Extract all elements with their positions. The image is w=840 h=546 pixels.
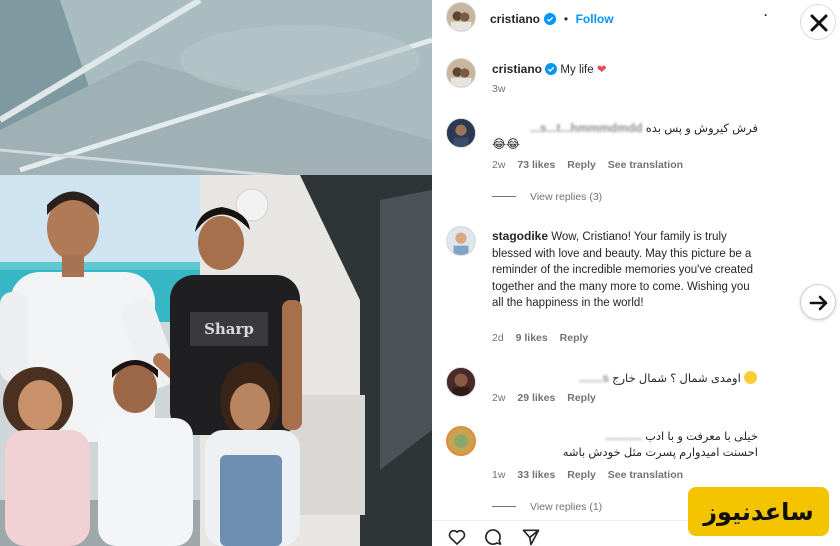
comment-2: stagodike Wow, Cristiano! Your family is… bbox=[432, 226, 768, 356]
comment-username-obscured[interactable]: s....... bbox=[579, 370, 609, 387]
header-line: cristiano • Follow bbox=[490, 10, 614, 28]
comment-meta: 2d 9 likes Reply bbox=[492, 332, 597, 344]
reply-button[interactable]: Reply bbox=[567, 159, 596, 171]
reply-button[interactable]: Reply bbox=[560, 332, 589, 344]
comment-likes[interactable]: 33 likes bbox=[517, 469, 555, 481]
author-username[interactable]: cristiano bbox=[490, 12, 540, 26]
comment-1: فرش کیروش و پس بده s...t...hmmmdmdd... 😂… bbox=[432, 118, 768, 208]
heart-icon[interactable] bbox=[446, 527, 468, 546]
caption-text: cristiano My life ❤ bbox=[492, 61, 758, 79]
comment-reactions: 😂😂 bbox=[492, 136, 758, 153]
replies-divider bbox=[492, 506, 516, 507]
photo-illustration: Sharp bbox=[0, 0, 432, 546]
comment-text: فرش کیروش و پس بده s...t...hmmmdmdd... bbox=[492, 120, 758, 138]
watermark-text: ساعدنیوز bbox=[703, 497, 814, 526]
see-translation-button[interactable]: See translation bbox=[608, 469, 683, 481]
comment-text: اومدی شمال ؟ شمال خارج s....... bbox=[492, 370, 758, 388]
view-replies-label: View replies (3) bbox=[530, 191, 603, 203]
author-avatar[interactable] bbox=[446, 2, 476, 32]
comment-meta: 2w 73 likes Reply See translation bbox=[492, 159, 692, 171]
reply-button[interactable]: Reply bbox=[567, 469, 596, 481]
comment-body-line1: خیلی با معرفت و با ادب bbox=[645, 431, 758, 443]
comment-avatar[interactable] bbox=[446, 226, 476, 256]
comment-likes[interactable]: 9 likes bbox=[516, 332, 548, 344]
caption-meta: 3w bbox=[492, 83, 514, 95]
comment-age: 2d bbox=[492, 332, 504, 344]
close-button[interactable] bbox=[800, 4, 836, 40]
share-icon[interactable] bbox=[520, 527, 542, 546]
heart-emoji: ❤ bbox=[596, 64, 607, 76]
comment-body: اومدی شمال ؟ شمال خارج bbox=[612, 373, 741, 385]
comment-meta: 1w 33 likes Reply See translation bbox=[492, 469, 692, 481]
star-eyes-emoji-icon bbox=[744, 371, 757, 384]
verified-badge-icon bbox=[545, 63, 558, 75]
post-header: cristiano • Follow · bbox=[432, 0, 768, 40]
reply-button[interactable]: Reply bbox=[567, 392, 596, 404]
comment-age: 1w bbox=[492, 469, 506, 481]
comment-username-obscured[interactable]: s...t...hmmmdmdd... bbox=[530, 120, 643, 137]
verified-badge-icon bbox=[544, 13, 557, 25]
comment-body: فرش کیروش و پس بده bbox=[645, 123, 758, 135]
comment-age: 2w bbox=[492, 159, 506, 171]
comment-likes[interactable]: 29 likes bbox=[517, 392, 555, 404]
comment-icon[interactable] bbox=[482, 527, 504, 546]
arrow-right-icon bbox=[809, 295, 828, 311]
follow-button[interactable]: Follow bbox=[576, 12, 614, 26]
caption: cristiano My life ❤ 3w bbox=[432, 58, 768, 98]
comment-avatar[interactable] bbox=[446, 118, 476, 148]
comment-text-line2: احسنت امیدوارم پسرت مثل خودش باشه bbox=[492, 445, 758, 462]
comment-username-obscured[interactable]: ........... bbox=[605, 428, 642, 445]
separator-dot: • bbox=[563, 12, 569, 26]
comment-text: stagodike Wow, Cristiano! Your family is… bbox=[492, 228, 758, 312]
comment-age: 2w bbox=[492, 392, 506, 404]
post-photo[interactable]: Sharp bbox=[0, 0, 432, 546]
view-replies-button[interactable]: View replies (1) bbox=[492, 501, 602, 513]
comment-likes[interactable]: 73 likes bbox=[517, 159, 555, 171]
saednews-watermark: ساعدنیوز bbox=[688, 487, 829, 536]
more-options-icon[interactable]: · bbox=[764, 8, 768, 22]
see-translation-button[interactable]: See translation bbox=[608, 159, 683, 171]
next-post-button[interactable] bbox=[800, 284, 836, 320]
laughing-emoji-icon: 😂😂 bbox=[492, 137, 521, 151]
comment-body-line2: احسنت امیدوارم پسرت مثل خودش باشه bbox=[562, 447, 758, 459]
comment-meta: 2w 29 likes Reply bbox=[492, 392, 605, 404]
view-replies-button[interactable]: View replies (3) bbox=[492, 191, 602, 203]
replies-divider bbox=[492, 196, 516, 197]
post-panel: cristiano • Follow · cristiano My life ❤… bbox=[432, 0, 768, 546]
close-icon bbox=[810, 14, 828, 32]
comment-avatar[interactable] bbox=[446, 367, 476, 397]
comment-text: خیلی با معرفت و با ادب ........... bbox=[492, 428, 758, 446]
comment-username[interactable]: stagodike bbox=[492, 229, 548, 243]
caption-username[interactable]: cristiano bbox=[492, 62, 542, 76]
comment-avatar[interactable] bbox=[446, 426, 476, 456]
caption-age: 3w bbox=[492, 83, 506, 95]
caption-body: My life bbox=[560, 64, 594, 76]
caption-avatar[interactable] bbox=[446, 58, 476, 88]
view-replies-label: View replies (1) bbox=[530, 501, 603, 513]
comment-3: اومدی شمال ؟ شمال خارج s....... 2w 29 li… bbox=[432, 367, 768, 407]
svg-text:Sharp: Sharp bbox=[204, 320, 254, 338]
